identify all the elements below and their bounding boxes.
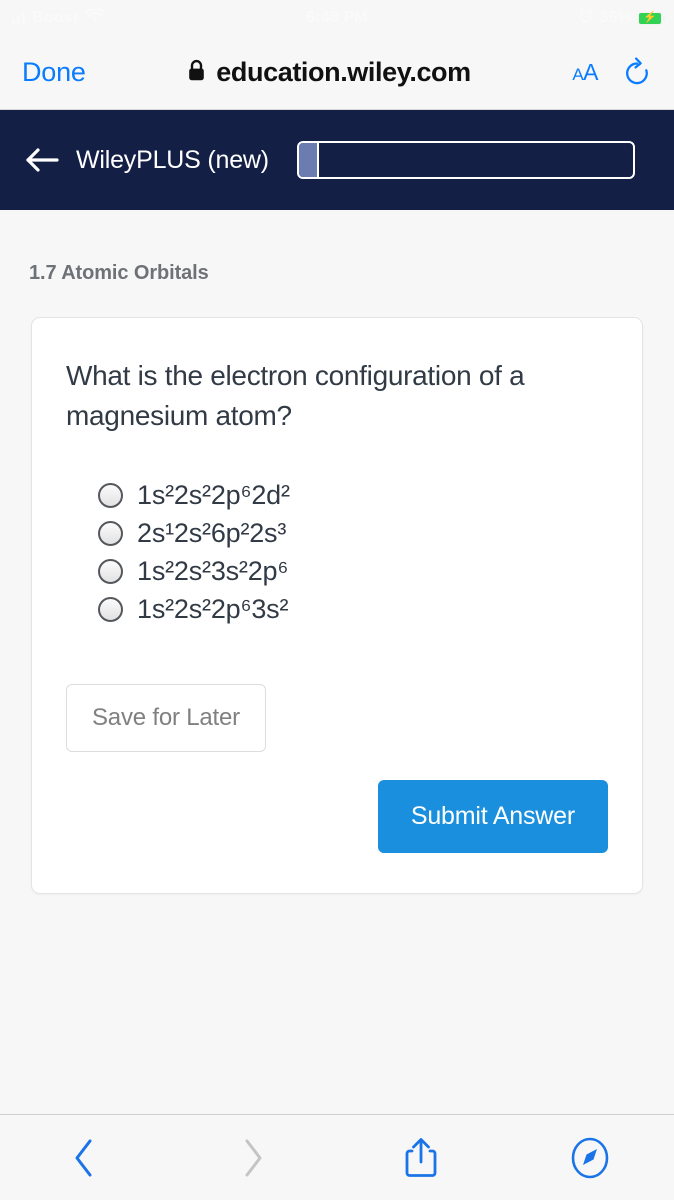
answer-option-1[interactable]: 1s²2s²2p⁶2d²	[98, 480, 608, 511]
answer-option-label-3: 1s²2s²3s²2p⁶	[137, 555, 289, 586]
answer-option-2[interactable]: 2s¹2s²6p²2s³	[98, 518, 608, 549]
text-size-small-a: A	[572, 65, 584, 84]
answer-option-label-2: 2s¹2s²6p²2s³	[137, 517, 287, 548]
safari-top-toolbar: Done education.wiley.com AA	[0, 36, 674, 110]
app-title: WileyPLUS (new)	[76, 145, 269, 174]
radio-button-4[interactable]	[98, 596, 123, 622]
submit-row: Submit Answer	[66, 779, 608, 853]
ios-status-bar: Boost 6:48 PM 36% ⚡	[0, 0, 674, 36]
page-content: 1.7 Atomic Orbitals What is the electron…	[0, 210, 674, 1125]
radio-button-2[interactable]	[98, 520, 123, 546]
save-for-later-button[interactable]: Save for Later	[66, 683, 266, 752]
back-arrow-icon[interactable]	[24, 145, 60, 175]
safari-compass-icon[interactable]	[506, 1135, 674, 1181]
radio-button-3[interactable]	[98, 558, 123, 584]
safari-bottom-toolbar	[0, 1114, 674, 1200]
url-text: education.wiley.com	[216, 57, 471, 87]
progress-bar	[296, 141, 635, 179]
submit-answer-button[interactable]: Submit Answer	[377, 779, 608, 853]
radio-button-1[interactable]	[98, 482, 123, 508]
status-bar-clock: 6:48 PM	[306, 9, 368, 26]
lock-icon	[187, 59, 206, 87]
text-size-large-a: A	[583, 59, 598, 85]
progress-bar-fill	[298, 143, 319, 177]
answer-option-3[interactable]: 1s²2s²3s²2p⁶	[98, 556, 608, 587]
battery-charging-icon: ⚡	[638, 11, 665, 25]
answer-options-list: 1s²2s²2p⁶2d² 2s¹2s²6p²2s³ 1s²2s²3s²2p⁶ 1…	[66, 480, 608, 625]
reload-icon[interactable]	[622, 56, 652, 89]
answer-option-label-1: 1s²2s²2p⁶2d²	[137, 479, 290, 510]
section-title: 1.7 Atomic Orbitals	[29, 262, 209, 284]
wileyplus-header: WileyPLUS (new)	[0, 110, 674, 210]
address-bar[interactable]: education.wiley.com	[86, 57, 573, 88]
text-size-button[interactable]: AA	[572, 59, 598, 86]
chevron-left-icon[interactable]	[0, 1137, 169, 1179]
question-card: What is the electron configuration of a …	[31, 317, 643, 894]
answer-option-label-4: 1s²2s²2p⁶3s²	[137, 593, 289, 624]
answer-option-4[interactable]: 1s²2s²2p⁶3s²	[98, 594, 608, 625]
chevron-right-icon	[169, 1137, 338, 1179]
share-icon[interactable]	[337, 1136, 506, 1180]
done-button[interactable]: Done	[22, 57, 86, 88]
question-text: What is the electron configuration of a …	[66, 360, 525, 431]
